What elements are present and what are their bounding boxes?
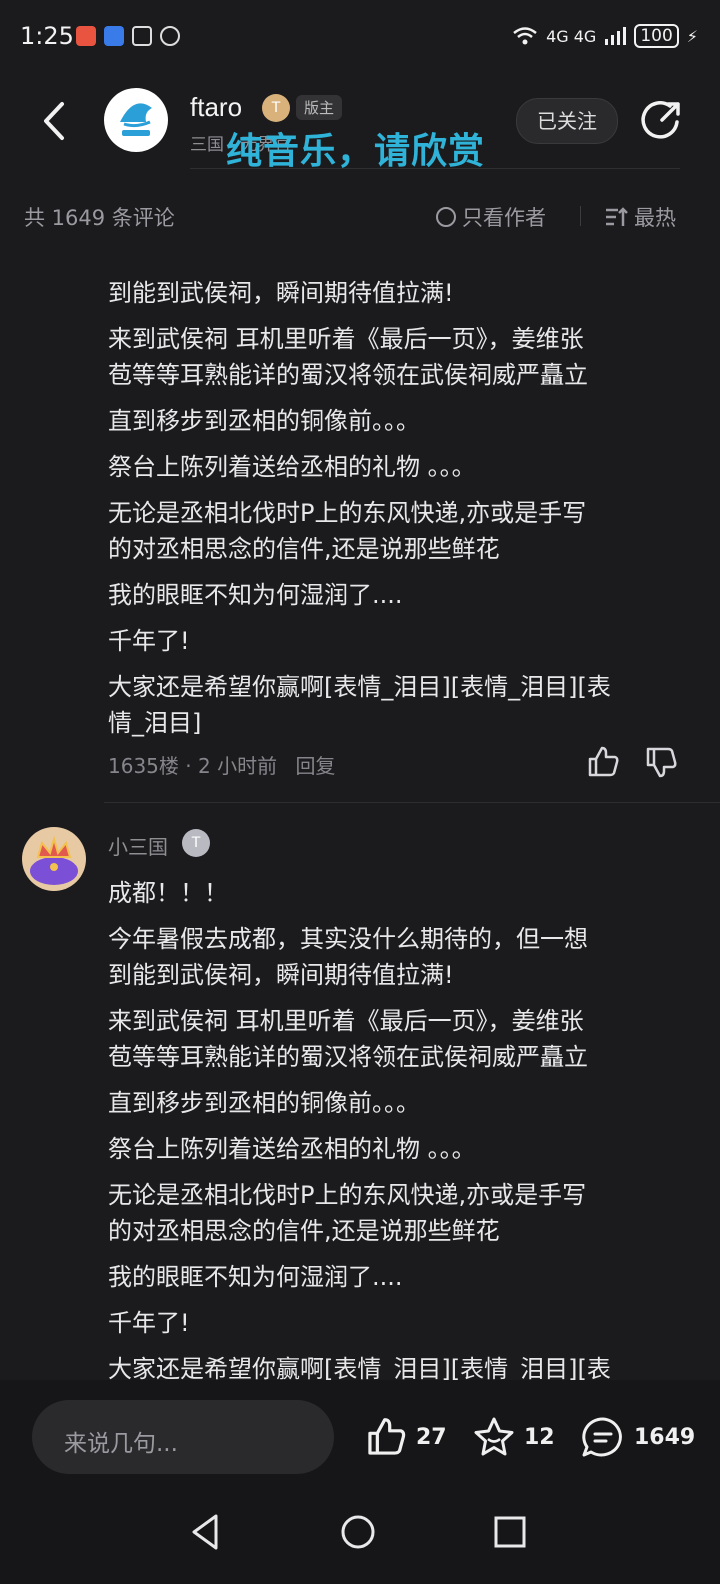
crown-avatar-icon — [30, 835, 78, 885]
app-notification-icon — [104, 26, 124, 46]
nav-back-icon[interactable] — [186, 1512, 226, 1552]
comment-bubble-icon — [582, 1417, 622, 1457]
battery-level: 100 — [634, 24, 679, 48]
wifi-icon — [513, 27, 537, 45]
sort-icon — [606, 207, 628, 226]
share-icon[interactable] — [640, 100, 682, 142]
thumbs-up-icon — [368, 1418, 406, 1455]
comment-text-line: 大家还是希望你赢啊[表情_泪目][表情_泪目][表 — [108, 1355, 611, 1380]
thumbs-down-icon[interactable] — [644, 745, 678, 779]
nfc-icon — [132, 26, 152, 46]
nav-recents-icon[interactable] — [490, 1512, 530, 1552]
comment-text-line: 今年暑假去成都，其实没什么期待的，但一想 — [108, 925, 588, 953]
author-only-label: 只看作者 — [462, 206, 546, 230]
comment-text-line: 来到武侯祠 耳机里听着《最后一页》，姜维张 — [108, 1007, 584, 1035]
app-notification-icon — [76, 26, 96, 46]
comment-text-line: 的对丞相思念的信件,还是说那些鲜花 — [108, 535, 500, 563]
sort-label: 最热 — [634, 206, 676, 230]
like-button[interactable]: 27 — [364, 1416, 447, 1458]
author-avatar[interactable] — [104, 88, 168, 152]
floor-number: 1635楼 — [108, 754, 179, 778]
favorite-button[interactable]: 12 — [472, 1416, 555, 1458]
comment-text-line: 苞等等耳熟能详的蜀汉将领在武侯祠威严矗立 — [108, 1043, 588, 1071]
comment-text-line: 大家还是希望你赢啊[表情_泪目][表情_泪目][表 — [108, 673, 611, 701]
user-avatar[interactable] — [22, 827, 86, 891]
comment-text-line: 情_泪目] — [108, 709, 202, 737]
comment-text-line: 我的眼眶不知为何湿润了.... — [108, 1263, 403, 1291]
overlay-title: 纯音乐，请欣赏 — [226, 131, 486, 172]
comment-list[interactable]: 到能到武侯祠，瞬间期待值拉满! 来到武侯祠 耳机里听着《最后一页》，姜维张 苞等… — [0, 245, 720, 1380]
comment-text-line: 祭台上陈列着送给丞相的礼物 。。。 — [108, 1135, 476, 1163]
comment-time: 2 小时前 — [197, 754, 278, 778]
comment-divider — [104, 802, 720, 803]
comment-text-line: 来到武侯祠 耳机里听着《最后一页》，姜维张 — [108, 325, 584, 353]
comment-text-line: 千年了! — [108, 1309, 190, 1337]
sort-toggle[interactable]: 最热 — [604, 202, 676, 232]
level-badge-icon: T — [182, 829, 210, 857]
like-count: 27 — [416, 1424, 447, 1450]
comment-text-line: 到能到武侯祠，瞬间期待值拉满! — [108, 279, 454, 307]
filter-separator — [580, 206, 581, 226]
commenter-name[interactable]: 小三国 — [108, 831, 168, 860]
star-icon — [474, 1417, 514, 1456]
logo-icon — [120, 103, 152, 136]
thumbs-up-icon[interactable] — [586, 745, 620, 779]
comment-text-line: 到能到武侯祠，瞬间期待值拉满! — [108, 961, 454, 989]
notification-icons — [76, 26, 180, 46]
comment-text-line: 无论是丞相北伐时P上的东风快递,亦或是手写 — [108, 1181, 587, 1209]
radio-circle-icon — [436, 207, 456, 227]
back-arrow-icon[interactable] — [34, 96, 74, 146]
comment-text-line: 祭台上陈列着送给丞相的礼物 。。。 — [108, 453, 476, 481]
comment-text-line: 无论是丞相北伐时P上的东风快递,亦或是手写 — [108, 499, 587, 527]
comment-text-line: 直到移步到丞相的铜像前。。。 — [108, 407, 420, 435]
comment-meta: 1635楼 · 2 小时前 回复 — [108, 754, 336, 778]
level-badge-icon: T — [262, 94, 290, 122]
signal-icon — [605, 27, 627, 45]
comment-text-line: 成都！！！ — [108, 879, 228, 907]
status-bar: 1:25 4G 4G 100 ⚡ — [0, 0, 720, 80]
comment-button[interactable]: 1649 — [580, 1416, 695, 1458]
comment-input-placeholder: 来说几句... — [64, 1431, 178, 1457]
comment-text-line: 苞等等耳熟能详的蜀汉将领在武侯祠威严矗立 — [108, 361, 588, 389]
comment-text-line: 的对丞相思念的信件,还是说那些鲜花 — [108, 1217, 500, 1245]
comment-text-line: 直到移步到丞相的铜像前。。。 — [108, 1089, 420, 1117]
system-indicators: 4G 4G 100 ⚡ — [512, 24, 698, 48]
follow-button[interactable]: 已关注 — [516, 98, 618, 144]
comment-text-line: 我的眼眶不知为何湿润了.... — [108, 581, 403, 609]
comment-total: 1649 — [634, 1424, 696, 1450]
author-name[interactable]: ftaro — [190, 92, 242, 123]
nav-home-icon[interactable] — [338, 1512, 378, 1552]
status-time: 1:25 — [20, 22, 74, 50]
mute-icon — [160, 26, 180, 46]
network-label: 4G 4G — [546, 26, 597, 46]
favorite-count: 12 — [524, 1424, 555, 1450]
charging-icon: ⚡ — [686, 26, 698, 46]
comment-count: 共 1649 条评论 — [24, 206, 175, 230]
comment-text-line: 千年了! — [108, 627, 190, 655]
header-divider — [190, 168, 680, 169]
author-only-toggle[interactable]: 只看作者 — [436, 202, 546, 232]
role-badge: 版主 — [296, 95, 343, 120]
reply-button[interactable]: 回复 — [295, 754, 335, 778]
